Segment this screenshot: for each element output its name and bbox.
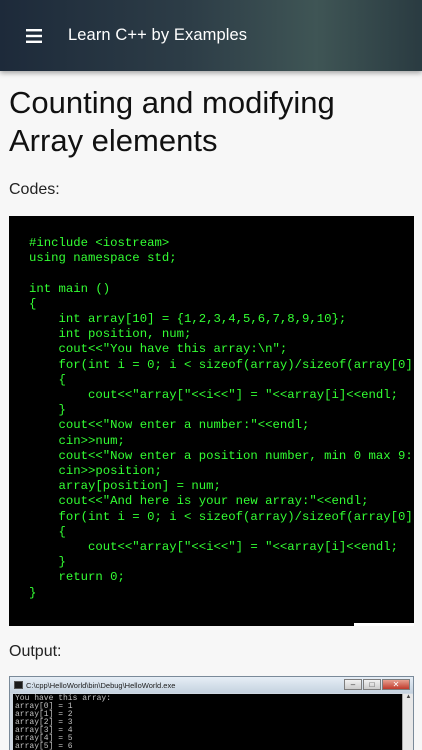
code-text: #include <iostream> using namespace std;… [29,236,414,601]
page-title: Counting and modifying Array elements [9,85,335,158]
window-controls: – □ ✕ [344,679,410,690]
code-line: cout<<"array["<<i<<"] = "<<array[i]<<end… [29,388,398,403]
code-line: array[position] = num; [29,479,221,494]
code-line: cin>>num; [29,433,125,448]
code-line: { [29,296,37,311]
console-scrollbar: ▲ [402,694,413,750]
maximize-icon: □ [363,679,381,690]
minimize-icon: – [344,679,362,690]
code-line: cout<<"Now enter a position number, min … [58,448,414,463]
codes-label: Codes: [9,181,60,198]
app-bar: Learn C++ by Examples [0,0,422,71]
code-line: cin>>position; [29,464,162,479]
console-line: array[5] = 6 [15,742,73,750]
output-screenshot: C:\cpp\HelloWorld\bin\Debug\HelloWorld.e… [9,676,414,750]
code-line: cout<<"And here is your new array:"<<end… [29,494,369,509]
console-output: You have this array: array[0] = 1 array[… [13,694,402,750]
code-line: for(int i = 0; i < sizeof(array)/sizeof(… [58,509,414,524]
code-line: #include <iostream> [29,236,170,250]
code-line: } [29,555,66,570]
code-block-edge [354,623,414,626]
close-icon: ✕ [382,679,410,690]
code-block: #include <iostream> using namespace std;… [9,216,414,626]
code-line: for(int i = 0; i < sizeof(array)/sizeof(… [58,357,414,372]
app-title: Learn C++ by Examples [68,26,248,44]
console-titlebar: C:\cpp\HelloWorld\bin\Debug\HelloWorld.e… [10,677,413,693]
hamburger-menu-icon [26,28,42,43]
scroll-up-icon: ▲ [405,694,412,700]
code-line: cout<<"Now enter a number:"<<endl; [29,418,310,433]
code-line: } [29,403,66,418]
console-app-icon [14,681,23,689]
code-line: int position, num; [29,327,192,342]
console-text: You have this array: array[0] = 1 array[… [15,695,400,750]
code-line: { [29,524,66,539]
console-window-title: C:\cpp\HelloWorld\bin\Debug\HelloWorld.e… [26,680,176,690]
output-label: Output: [9,643,62,660]
content-area[interactable]: Counting and modifying Array elements Co… [0,71,422,750]
code-line: int array[10] = {1,2,3,4,5,6,7,8,9,10}; [29,312,347,327]
code-line: int main () [29,281,111,296]
code-line: cout<<"array["<<i<<"] = "<<array[i]<<end… [29,540,398,555]
code-line: } [29,585,37,600]
code-line: return 0; [29,570,125,585]
code-line: { [29,372,66,387]
menu-button[interactable] [0,0,68,71]
code-line: using namespace std; [29,251,177,266]
code-line: cout<<"You have this array:\n"; [29,342,288,357]
